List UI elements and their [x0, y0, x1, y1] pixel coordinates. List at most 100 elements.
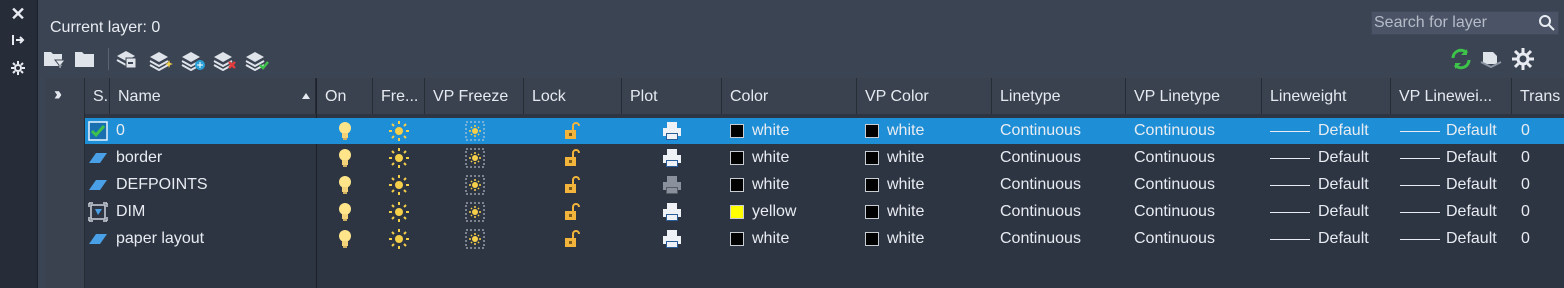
lineweight-cell[interactable]: Default [1270, 145, 1396, 171]
on-toggle[interactable] [317, 199, 373, 225]
vp-color-cell[interactable]: white [865, 118, 991, 144]
transparency-cell[interactable]: 0 [1521, 118, 1561, 144]
vp-freeze-toggle[interactable] [425, 199, 524, 225]
layer-status-icon[interactable] [85, 145, 110, 171]
vp-freeze-toggle[interactable] [425, 145, 524, 171]
lock-toggle[interactable] [524, 226, 622, 252]
linetype-cell[interactable]: Continuous [1000, 172, 1130, 198]
vp-lineweight-cell[interactable]: Default [1400, 172, 1518, 198]
column-header-on[interactable]: On [317, 78, 373, 114]
column-header-transparency[interactable]: Trans [1512, 78, 1564, 114]
layer-name[interactable]: border [116, 145, 316, 171]
column-header-plot[interactable]: Plot [622, 78, 722, 114]
plot-toggle[interactable] [622, 118, 722, 144]
lock-toggle[interactable] [524, 199, 622, 225]
layer-row[interactable]: DEFPOINTS white white Continuous Continuous D… [85, 172, 1564, 198]
lock-toggle[interactable] [524, 145, 622, 171]
layer-row[interactable]: 0 white white Continuous Continuous Default De… [85, 118, 1564, 144]
vp-color-cell[interactable]: white [865, 226, 991, 252]
lineweight-cell[interactable]: Default [1270, 172, 1396, 198]
vp-color-cell[interactable]: white [865, 172, 991, 198]
on-toggle[interactable] [317, 226, 373, 252]
column-header-lock[interactable]: Lock [524, 78, 622, 114]
freeze-toggle[interactable] [373, 145, 425, 171]
vp-freeze-toggle[interactable] [425, 118, 524, 144]
new-group-filter-icon[interactable] [72, 46, 98, 72]
color-cell[interactable]: white [730, 172, 856, 198]
lineweight-cell[interactable]: Default [1270, 199, 1396, 225]
vp-freeze-toggle[interactable] [425, 226, 524, 252]
linetype-cell[interactable]: Continuous [1000, 226, 1130, 252]
layer-name[interactable]: 0 [116, 118, 316, 144]
vp-lineweight-cell[interactable]: Default [1400, 226, 1518, 252]
vp-linetype-cell[interactable]: Continuous [1134, 118, 1264, 144]
layer-settings-icon[interactable] [1478, 46, 1504, 72]
on-toggle[interactable] [317, 118, 373, 144]
transparency-cell[interactable]: 0 [1521, 199, 1561, 225]
column-header-color[interactable]: Color [722, 78, 857, 114]
vp-linetype-cell[interactable]: Continuous [1134, 172, 1264, 198]
layer-states-manager-icon[interactable] [114, 46, 140, 72]
plot-toggle[interactable] [622, 226, 722, 252]
linetype-cell[interactable]: Continuous [1000, 145, 1130, 171]
plot-toggle[interactable] [622, 172, 722, 198]
search-input[interactable] [1372, 13, 1536, 33]
layer-status-icon[interactable] [85, 172, 110, 198]
vp-color-cell[interactable]: white [865, 199, 991, 225]
layer-name[interactable]: paper layout [116, 226, 316, 252]
column-header-vp-freeze[interactable]: VP Freeze [425, 78, 524, 114]
vp-linetype-cell[interactable]: Continuous [1134, 199, 1264, 225]
freeze-toggle[interactable] [373, 118, 425, 144]
plot-toggle[interactable] [622, 199, 722, 225]
column-header-linetype[interactable]: Linetype [992, 78, 1126, 114]
layer-row[interactable]: border white white Continuous Continuous Defa… [85, 145, 1564, 171]
gear-icon[interactable] [6, 56, 30, 80]
on-toggle[interactable] [317, 172, 373, 198]
layer-name[interactable]: DIM [116, 199, 316, 225]
transparency-cell[interactable]: 0 [1521, 172, 1561, 198]
expand-filter-tree-button[interactable]: ›› [46, 78, 85, 288]
transparency-cell[interactable]: 0 [1521, 145, 1561, 171]
color-cell[interactable]: white [730, 118, 856, 144]
freeze-toggle[interactable] [373, 199, 425, 225]
freeze-toggle[interactable] [373, 172, 425, 198]
column-header-vp-color[interactable]: VP Color [857, 78, 992, 114]
lineweight-cell[interactable]: Default [1270, 118, 1396, 144]
arrow-right-icon[interactable] [6, 28, 30, 52]
vp-color-cell[interactable]: white [865, 145, 991, 171]
column-header-vp-lineweight[interactable]: VP Linewei... [1391, 78, 1512, 114]
new-layer-vp-frozen-icon[interactable] [180, 46, 206, 72]
layer-row[interactable]: DIM yellow white Continuous Continuous Defaul… [85, 199, 1564, 225]
new-property-filter-icon[interactable] [42, 46, 68, 72]
vp-lineweight-cell[interactable]: Default [1400, 199, 1518, 225]
freeze-toggle[interactable] [373, 226, 425, 252]
vp-freeze-toggle[interactable] [425, 172, 524, 198]
layer-row[interactable]: paper layout white white Continuous Continuo… [85, 226, 1564, 252]
column-header-lineweight[interactable]: Lineweight [1262, 78, 1391, 114]
delete-layer-icon[interactable] [212, 46, 238, 72]
new-layer-icon[interactable] [148, 46, 174, 72]
column-header-name[interactable]: Name [110, 78, 316, 114]
linetype-cell[interactable]: Continuous [1000, 118, 1130, 144]
search-icon[interactable] [1538, 14, 1556, 37]
column-header-freeze[interactable]: Fre... [373, 78, 425, 114]
layer-name[interactable]: DEFPOINTS [116, 172, 316, 198]
close-icon[interactable]: ✕ [6, 2, 30, 26]
transparency-cell[interactable]: 0 [1521, 226, 1561, 252]
color-cell[interactable]: white [730, 226, 856, 252]
color-cell[interactable]: white [730, 145, 856, 171]
layer-status-icon[interactable] [85, 118, 110, 144]
vp-lineweight-cell[interactable]: Default [1400, 145, 1518, 171]
linetype-cell[interactable]: Continuous [1000, 199, 1130, 225]
layer-status-icon[interactable] [85, 226, 110, 252]
search-box[interactable] [1371, 11, 1559, 35]
lock-toggle[interactable] [524, 172, 622, 198]
vp-linetype-cell[interactable]: Continuous [1134, 226, 1264, 252]
color-cell[interactable]: yellow [730, 199, 856, 225]
on-toggle[interactable] [317, 145, 373, 171]
vp-lineweight-cell[interactable]: Default [1400, 118, 1518, 144]
column-header-status[interactable]: S.. [85, 78, 110, 114]
layer-status-icon[interactable] [85, 199, 110, 225]
plot-toggle[interactable] [622, 145, 722, 171]
lineweight-cell[interactable]: Default [1270, 226, 1396, 252]
